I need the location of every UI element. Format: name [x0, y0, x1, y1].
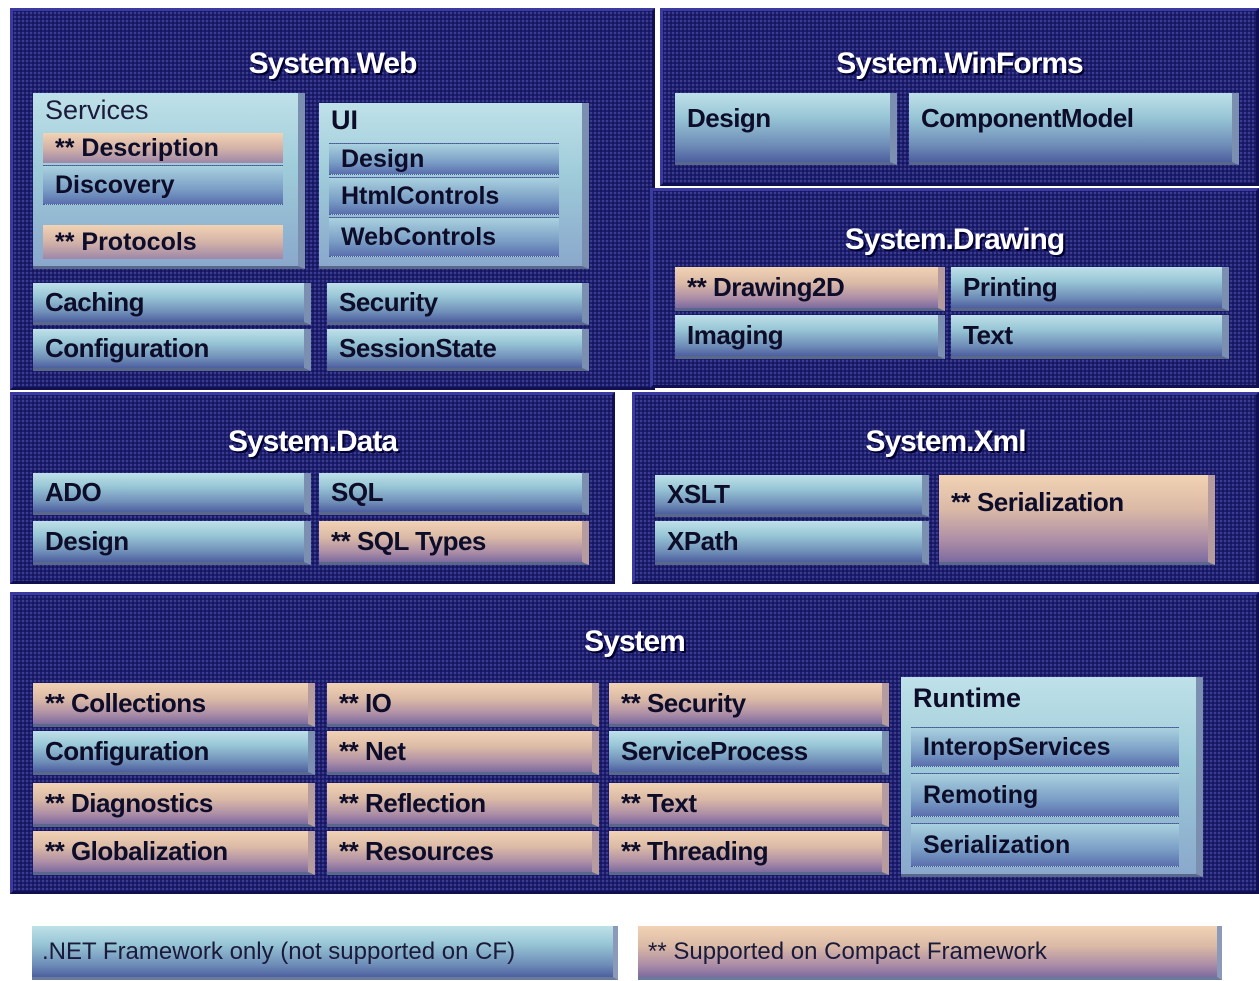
ui-web-controls: WebControls [329, 217, 559, 257]
system-net: ** Net [327, 731, 599, 775]
system-security: ** Security [609, 683, 889, 727]
system-diagnostics: ** Diagnostics [33, 783, 315, 827]
data-ado: ADO [33, 473, 311, 515]
system-panel: System ** Collections Configuration ** D… [10, 592, 1259, 894]
system-globalization: ** Globalization [33, 831, 315, 875]
services-title: Services [45, 95, 149, 125]
system-xml-panel: System.Xml XSLT XPath ** Serialization [632, 392, 1259, 584]
system-data-title: System.Data [227, 425, 398, 458]
winforms-design: Design [675, 93, 897, 165]
web-configuration: Configuration [33, 329, 311, 371]
web-session-state: SessionState [327, 329, 589, 371]
runtime-remoting: Remoting [911, 773, 1179, 817]
ui-design: Design [329, 143, 559, 175]
system-title: System [584, 625, 686, 658]
drawing-text: Text [951, 315, 1229, 359]
runtime-interop-services: InteropServices [911, 727, 1179, 767]
system-resources: ** Resources [327, 831, 599, 875]
system-web-panel: System.Web Services ** Description Disco… [10, 8, 655, 390]
system-service-process: ServiceProcess [609, 731, 889, 775]
xml-serialization: ** Serialization [939, 475, 1215, 565]
data-sql-types: ** SQL Types [319, 521, 589, 565]
xml-xslt: XSLT [655, 475, 929, 517]
system-reflection: ** Reflection [327, 783, 599, 827]
system-text: ** Text [609, 783, 889, 827]
system-web-title: System.Web [248, 47, 418, 80]
runtime-title: Runtime [913, 683, 1021, 713]
system-configuration: Configuration [33, 731, 315, 775]
web-security: Security [327, 283, 589, 325]
xml-xpath: XPath [655, 521, 929, 565]
data-sql: SQL [319, 473, 589, 515]
data-design: Design [33, 521, 311, 565]
system-data-panel: System.Data ADO SQL Design ** SQL Types [10, 392, 615, 584]
ui-container: UI Design HtmlControls WebControls [319, 103, 589, 269]
ui-title: UI [331, 105, 358, 135]
winforms-component-model: ComponentModel [909, 93, 1239, 165]
system-drawing-title: System.Drawing [844, 223, 1065, 256]
ui-html-controls: HtmlControls [329, 177, 559, 215]
legend-compact-framework: ** Supported on Compact Framework [638, 926, 1222, 980]
services-container: Services ** Description Discovery ** Pro… [33, 93, 305, 269]
web-caching: Caching [33, 283, 311, 325]
drawing-drawing2d: ** Drawing2D [675, 267, 945, 311]
services-description: ** Description [43, 133, 283, 163]
legend-net-only: .NET Framework only (not supported on CF… [32, 926, 618, 980]
runtime-serialization: Serialization [911, 823, 1179, 867]
system-winforms-panel: System.WinForms Design ComponentModel [660, 8, 1259, 186]
system-collections: ** Collections [33, 683, 315, 727]
services-discovery: Discovery [43, 165, 283, 205]
services-protocols: ** Protocols [43, 225, 283, 259]
system-xml-title: System.Xml [865, 425, 1026, 458]
drawing-imaging: Imaging [675, 315, 945, 359]
runtime-container: Runtime InteropServices Remoting Seriali… [901, 677, 1203, 877]
system-winforms-title: System.WinForms [836, 47, 1083, 80]
system-drawing-panel: System.Drawing ** Drawing2D Printing Ima… [650, 188, 1259, 388]
drawing-printing: Printing [951, 267, 1229, 311]
system-io: ** IO [327, 683, 599, 727]
system-threading: ** Threading [609, 831, 889, 875]
